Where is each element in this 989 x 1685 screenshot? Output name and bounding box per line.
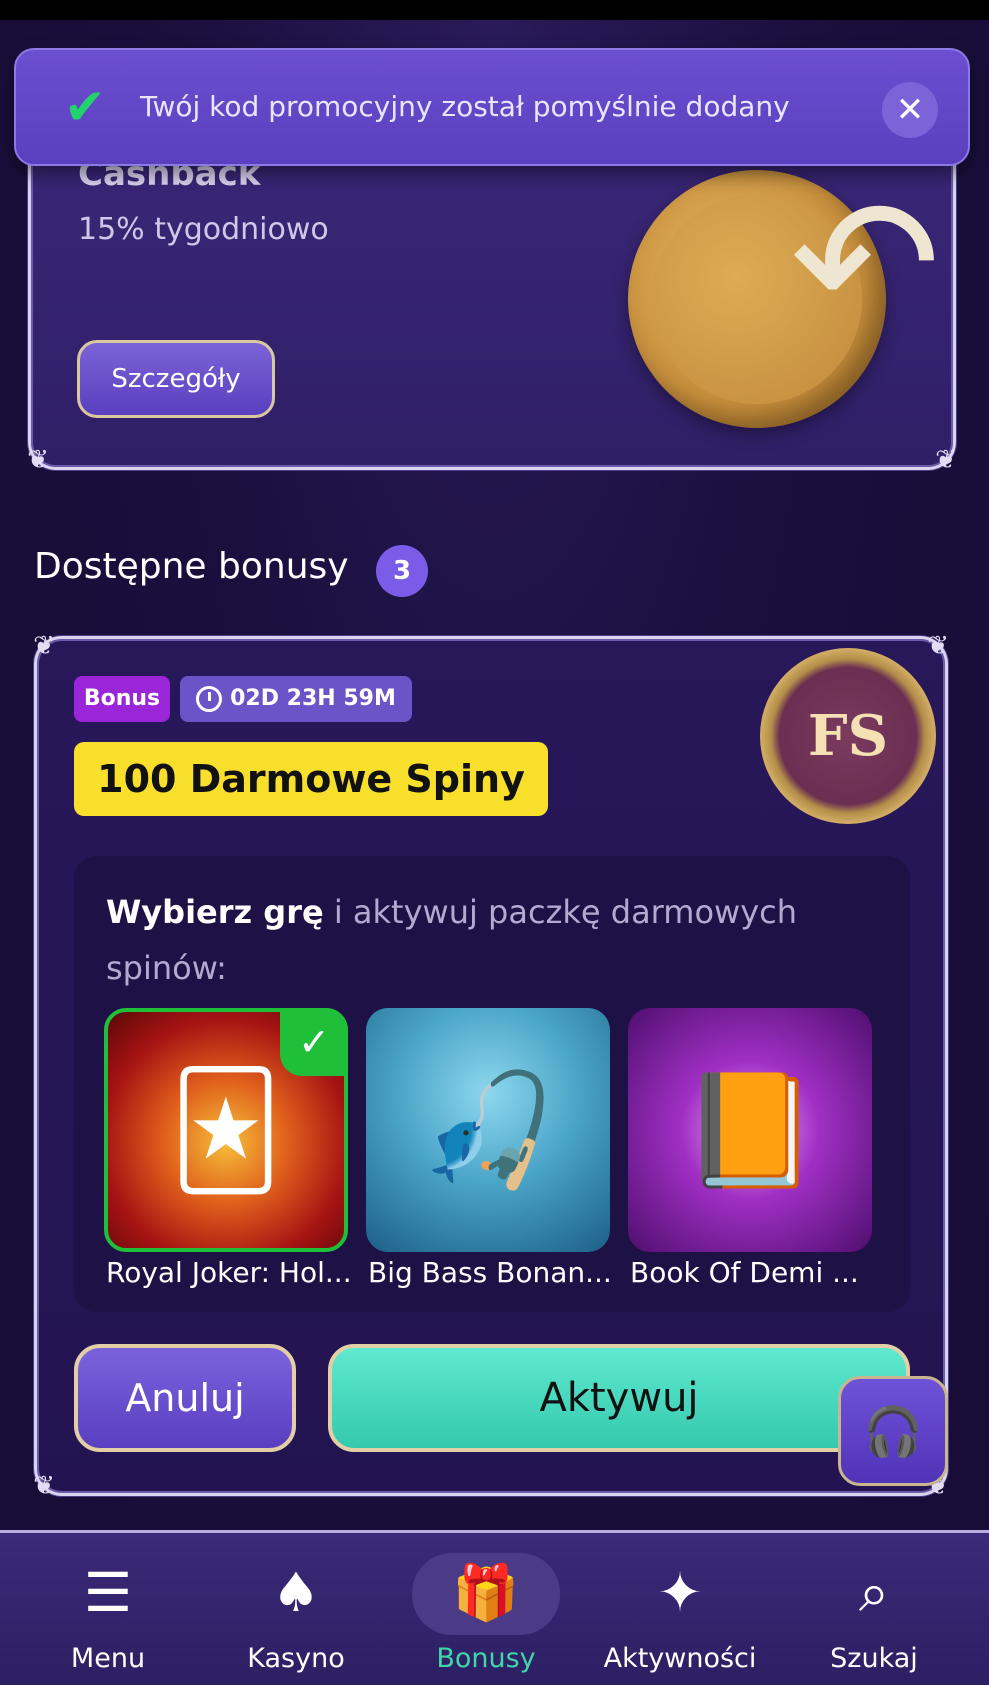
ornament-icon: ❦ [927,631,949,661]
timer-text: 02D 23H 59M [230,686,396,711]
ornament-icon: ❦ [33,1471,55,1501]
sparkle-icon: ✦ [657,1561,703,1624]
status-bar [0,0,989,20]
nav-label: Aktywności [603,1643,757,1674]
bonus-count-badge: 3 [376,545,428,597]
free-spins-badge-icon: FS [760,648,936,824]
ornament-icon: ❦ [27,445,49,475]
game-name[interactable]: Royal Joker: Hol... [106,1256,356,1289]
ornament-icon: ❦ [935,445,957,475]
nav-label: Kasyno [247,1643,345,1674]
spade-icon: ♠ [271,1561,321,1624]
bonus-headline: 100 Darmowe Spiny [74,742,548,816]
game-tile-book-of-demi[interactable]: 📙 [628,1008,872,1252]
return-arrow-icon: ↶ [790,160,941,369]
details-button[interactable]: Szczegóły [77,340,275,418]
nav-item-search[interactable]: ⌕ Szukaj [784,1533,964,1685]
ornament-icon: ❦ [33,631,55,661]
nav-item-bonuses[interactable]: 🎁 Bonusy [396,1533,576,1685]
promo-toast: ✔ Twój kod promocyjny został pomyślnie d… [14,48,970,166]
gift-icon: 🎁 [452,1561,520,1624]
cashback-subtitle: 15% tygodniowo [78,212,329,247]
bottom-nav: ☰ Menu ♠ Kasyno 🎁 Bonusy ✦ Aktywności ⌕ … [0,1530,989,1685]
bonus-tag: Bonus [74,676,170,722]
nav-label: Menu [70,1643,146,1674]
activate-button[interactable]: Aktywuj [328,1344,910,1452]
game-instruction: Wybierz grę i aktywuj paczkę darmowych s… [106,893,797,987]
check-icon: ✔ [64,78,106,136]
clock-icon [196,686,223,712]
section-title: Dostępne bonusy [34,546,349,587]
game-name[interactable]: Book Of Demi ... [630,1256,880,1289]
toast-message: Twój kod promocyjny został pomyślnie dod… [140,90,790,123]
nav-item-activities[interactable]: ✦ Aktywności [590,1533,770,1685]
nav-item-casino[interactable]: ♠ Kasyno [206,1533,386,1685]
search-icon: ⌕ [858,1561,890,1624]
selected-check-icon: ✓ [280,1008,348,1076]
timer-badge: 02D 23H 59M [180,676,412,722]
support-headset-icon[interactable]: 🎧 [838,1376,948,1486]
nav-label: Bonusy [436,1643,536,1674]
nav-label: Szukaj [830,1643,918,1674]
hamburger-icon: ☰ [83,1561,133,1624]
fisherman-image: 🎣 [419,1065,557,1194]
close-icon[interactable]: ✕ [882,82,938,138]
game-tile-big-bass[interactable]: 🎣 [366,1008,610,1252]
cancel-button[interactable]: Anuluj [74,1344,296,1452]
book-image: 📙 [681,1065,819,1194]
game-name[interactable]: Big Bass Bonan... [368,1256,618,1289]
nav-item-menu[interactable]: ☰ Menu [18,1533,198,1685]
